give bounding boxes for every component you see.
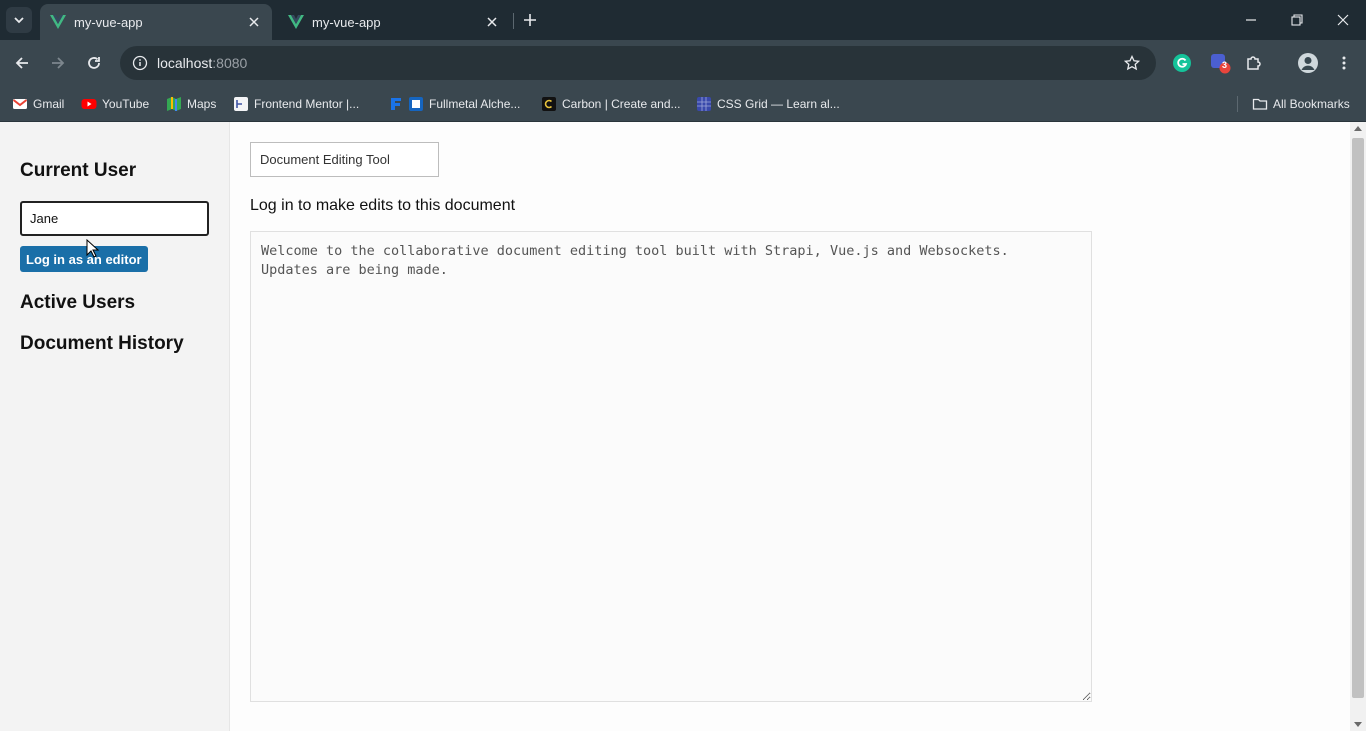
active-users-heading: Active Users xyxy=(20,292,136,313)
bookmark-frontend-mentor[interactable]: Frontend Mentor |... xyxy=(233,94,359,114)
minimize-button[interactable] xyxy=(1241,10,1261,30)
scroll-up-arrow-icon[interactable] xyxy=(1354,126,1362,131)
bookmark-maps[interactable]: Maps xyxy=(166,94,216,114)
forward-button[interactable] xyxy=(46,51,70,75)
restore-icon xyxy=(1291,14,1303,26)
browser-toolbar: localhost:8080 3 xyxy=(0,40,1366,86)
back-button[interactable] xyxy=(10,51,34,75)
chevron-down-icon xyxy=(14,17,24,24)
sidebar: Current User Log in as an editor Active … xyxy=(0,122,230,731)
carbon-icon xyxy=(542,97,556,111)
url-host: localhost xyxy=(157,55,213,71)
bookmark-carbon[interactable]: Carbon | Create and... xyxy=(541,94,681,114)
scroll-down-arrow-icon[interactable] xyxy=(1354,722,1362,727)
page-viewport: Current User Log in as an editor Active … xyxy=(0,122,1366,731)
minimize-icon xyxy=(1246,19,1256,21)
bookmarks-separator xyxy=(1237,96,1238,112)
bookmark-star-icon[interactable] xyxy=(1122,53,1142,73)
css-grid-icon xyxy=(697,97,711,111)
bookmark-gmail[interactable]: Gmail xyxy=(12,94,64,114)
bookmark-label: YouTube xyxy=(102,97,150,111)
tab-separator xyxy=(513,13,514,29)
main-content: Log in to make edits to this document xyxy=(231,122,1350,731)
bookmarks-bar: Gmail YouTube Maps Frontend Mentor |... … xyxy=(0,86,1366,122)
gmail-icon xyxy=(12,99,28,109)
current-user-heading: Current User xyxy=(20,160,137,181)
login-notice: Log in to make edits to this document xyxy=(250,197,516,214)
plus-icon xyxy=(524,14,536,26)
document-editor[interactable] xyxy=(250,231,1092,702)
bookmark-label: Fullmetal Alche... xyxy=(429,97,521,111)
vue-logo-icon xyxy=(50,15,66,29)
extension-button[interactable]: 3 xyxy=(1208,51,1232,75)
reload-button[interactable] xyxy=(82,51,106,75)
all-bookmarks-button[interactable]: All Bookmarks xyxy=(1252,94,1350,114)
all-bookmarks-label: All Bookmarks xyxy=(1273,97,1350,111)
document-title-input[interactable] xyxy=(250,142,439,177)
address-bar[interactable]: localhost:8080 xyxy=(120,46,1156,80)
bookmark-youtube[interactable]: YouTube xyxy=(81,94,149,114)
fullmetal-site-icon xyxy=(409,97,423,111)
profile-button[interactable] xyxy=(1296,51,1320,75)
arrow-right-icon xyxy=(52,57,65,69)
scrollbar-thumb[interactable] xyxy=(1352,138,1364,698)
fullmetal-icon xyxy=(391,98,401,110)
more-vert-icon xyxy=(1342,56,1346,70)
frontend-mentor-icon xyxy=(234,97,248,111)
tab-inactive[interactable]: my-vue-app xyxy=(278,4,510,40)
extensions-button[interactable] xyxy=(1242,51,1266,75)
close-tab-icon[interactable] xyxy=(484,14,500,30)
restore-button[interactable] xyxy=(1287,10,1307,30)
bookmark-label: Carbon | Create and... xyxy=(562,97,681,111)
puzzle-icon xyxy=(1247,56,1261,70)
bookmark-label: CSS Grid — Learn al... xyxy=(717,97,840,111)
url-text: localhost:8080 xyxy=(157,55,247,71)
folder-icon xyxy=(1252,98,1268,110)
username-input[interactable] xyxy=(20,201,209,236)
bookmark-fullmetal[interactable]: Fullmetal Alche... xyxy=(388,94,520,114)
tab-title: my-vue-app xyxy=(74,14,143,30)
tab-title: my-vue-app xyxy=(312,14,381,30)
page-scrollbar[interactable] xyxy=(1350,122,1366,731)
maps-icon xyxy=(167,97,181,111)
tab-strip: my-vue-app my-vue-app xyxy=(0,0,1366,40)
extension-badge-icon xyxy=(1211,54,1231,74)
menu-button[interactable] xyxy=(1332,51,1356,75)
avatar-icon xyxy=(1298,53,1318,73)
grammarly-extension-button[interactable] xyxy=(1170,51,1194,75)
extension-badge-count: 3 xyxy=(1222,60,1228,70)
tab-active[interactable]: my-vue-app xyxy=(40,4,272,40)
vue-logo-icon xyxy=(288,15,304,29)
document-history-heading: Document History xyxy=(20,333,184,354)
reload-icon xyxy=(88,57,100,69)
bookmark-css-grid[interactable]: CSS Grid — Learn al... xyxy=(696,94,840,114)
youtube-icon xyxy=(81,99,97,109)
new-tab-button[interactable] xyxy=(520,10,540,30)
arrow-left-icon xyxy=(15,57,28,69)
bookmark-label: Frontend Mentor |... xyxy=(254,97,360,111)
url-port: :8080 xyxy=(212,55,248,71)
grammarly-icon xyxy=(1173,54,1191,72)
close-icon xyxy=(1337,14,1349,26)
bookmark-label: Gmail xyxy=(33,97,65,111)
mouse-pointer-icon xyxy=(86,239,100,258)
tab-search-button[interactable] xyxy=(6,7,32,33)
login-editor-button[interactable]: Log in as an editor xyxy=(20,246,148,272)
bookmark-label: Maps xyxy=(187,97,217,111)
close-tab-icon[interactable] xyxy=(246,14,262,30)
site-info-icon[interactable] xyxy=(128,51,152,75)
close-window-button[interactable] xyxy=(1333,10,1353,30)
